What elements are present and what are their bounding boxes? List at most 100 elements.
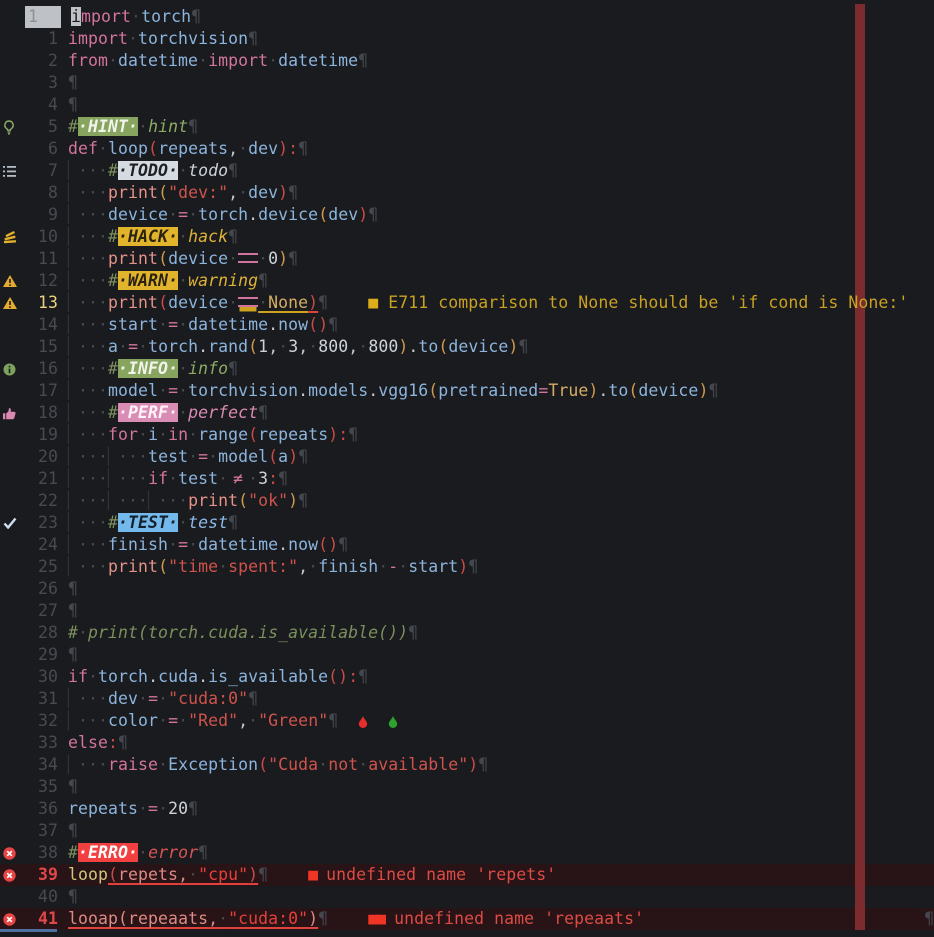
- code-line-27[interactable]: 27¶: [0, 600, 934, 622]
- code-line-39[interactable]: 39loop(repets,·"cpu")¶ ■ undefined name …: [0, 864, 934, 886]
- sign-column: [0, 50, 25, 72]
- code-line-23[interactable]: 23▏···#·TEST··test¶: [0, 512, 934, 534]
- perf-tag: ·PERF·: [118, 403, 178, 422]
- code-line-cursor[interactable]: 1import·torch¶: [0, 6, 934, 28]
- code-text[interactable]: #·HINT··hint¶: [58, 116, 198, 138]
- code-editor[interactable]: 1import·torch¶1import·torchvision¶2from·…: [0, 0, 934, 937]
- sign-column: [0, 688, 25, 710]
- code-line-37[interactable]: 37¶: [0, 820, 934, 842]
- perf-thumbs-up-icon: [0, 402, 25, 424]
- code-line-33[interactable]: 33else:¶: [0, 732, 934, 754]
- code-text[interactable]: ▏···▏···if·test·≠·3:¶: [58, 468, 288, 490]
- code-line-15[interactable]: 15▏···a·=·torch.rand(1,·3,·800,·800).to(…: [0, 336, 934, 358]
- hint-lightbulb-icon: [0, 116, 25, 138]
- code-text[interactable]: ▏···#·HACK··hack¶: [58, 226, 238, 248]
- code-text[interactable]: #·print(torch.cuda.is_available())¶: [58, 622, 418, 644]
- code-line-25[interactable]: 25▏···print("time·spent:",·finish·-·star…: [0, 556, 934, 578]
- error-circle-icon: [0, 908, 25, 930]
- code-text[interactable]: ▏···#·PERF··perfect¶: [58, 402, 268, 424]
- line-number: 3: [25, 72, 58, 94]
- code-text[interactable]: #·ERRO··error¶: [58, 842, 208, 864]
- code-text[interactable]: else:¶: [58, 732, 128, 754]
- code-line-34[interactable]: 34▏···raise·Exception("Cuda·not·availabl…: [0, 754, 934, 776]
- code-line-21[interactable]: 21▏···▏···if·test·≠·3:¶: [0, 468, 934, 490]
- code-line-13[interactable]: 13▏···print(device··None)¶ ■ E711 compar…: [0, 292, 934, 314]
- code-text[interactable]: ¶: [58, 578, 78, 600]
- code-line-41[interactable]: 41looap(repeaats,·"cuda:0")¶ ■■ undefine…: [0, 908, 934, 930]
- code-line-30[interactable]: 30if·torch.cuda.is_available():¶: [0, 666, 934, 688]
- todo-list-icon: [0, 160, 25, 182]
- code-text[interactable]: ▏···#·INFO··info¶: [58, 358, 238, 380]
- code-text[interactable]: ¶: [58, 72, 78, 94]
- sign-column: [0, 798, 25, 820]
- code-text[interactable]: ▏···#·WARN··warning¶: [58, 270, 268, 292]
- code-line-1[interactable]: 1import·torchvision¶: [0, 28, 934, 50]
- code-text[interactable]: import·torchvision¶: [58, 28, 258, 50]
- code-text[interactable]: ▏···for·i·in·range(repeats):¶: [58, 424, 358, 446]
- code-text[interactable]: import·torch¶: [61, 6, 201, 28]
- code-text[interactable]: ▏···device·=·torch.device(dev)¶: [58, 204, 378, 226]
- line-number: 16: [25, 358, 58, 380]
- code-text[interactable]: loop(repets,·"cpu")¶ ■ undefined name 'r…: [58, 864, 556, 886]
- line-number: 1: [25, 6, 61, 28]
- code-line-29[interactable]: 29¶: [0, 644, 934, 666]
- code-text[interactable]: ¶: [58, 820, 78, 842]
- code-text[interactable]: if·torch.cuda.is_available():¶: [58, 666, 368, 688]
- code-text[interactable]: ▏···start·=·datetime.now()¶: [58, 314, 338, 336]
- code-text[interactable]: ▏···raise·Exception("Cuda·not·available"…: [58, 754, 488, 776]
- code-line-18[interactable]: 18▏···#·PERF··perfect¶: [0, 402, 934, 424]
- code-text[interactable]: looap(repeaats,·"cuda:0")¶ ■■ undefined …: [58, 908, 934, 930]
- code-line-36[interactable]: 36repeats·=·20¶: [0, 798, 934, 820]
- code-text[interactable]: ▏···print(device··None)¶ ■ E711 comparis…: [58, 292, 908, 314]
- code-line-6[interactable]: 6def·loop(repeats,·dev):¶: [0, 138, 934, 160]
- code-line-28[interactable]: 28#·print(torch.cuda.is_available())¶: [0, 622, 934, 644]
- code-text[interactable]: ▏···#·TEST··test¶: [58, 512, 238, 534]
- code-line-8[interactable]: 8▏···print("dev:",·dev)¶: [0, 182, 934, 204]
- code-text[interactable]: ▏···print("time·spent:",·finish·-·start)…: [58, 556, 478, 578]
- code-line-14[interactable]: 14▏···start·=·datetime.now()¶: [0, 314, 934, 336]
- code-line-3[interactable]: 3¶: [0, 72, 934, 94]
- line-number: 34: [25, 754, 58, 776]
- code-text[interactable]: ▏···color·=·"Red",·"Green"¶: [58, 710, 398, 732]
- code-text[interactable]: ▏···print("dev:",·dev)¶: [58, 182, 298, 204]
- code-text[interactable]: ▏···a·=·torch.rand(1,·3,·800,·800).to(de…: [58, 336, 528, 358]
- code-text[interactable]: ▏···▏···test·=·model(a)¶: [58, 446, 308, 468]
- code-line-7[interactable]: 7▏···#·TODO··todo¶: [0, 160, 934, 182]
- line-number: 27: [25, 600, 58, 622]
- code-text[interactable]: ▏···dev·=·"cuda:0"¶: [58, 688, 258, 710]
- code-line-12[interactable]: 12▏···#·WARN··warning¶: [0, 270, 934, 292]
- code-text[interactable]: ▏···▏···▏···print("ok")¶: [58, 490, 308, 512]
- code-text[interactable]: repeats·=·20¶: [58, 798, 198, 820]
- code-line-20[interactable]: 20▏···▏···test·=·model(a)¶: [0, 446, 934, 468]
- code-line-38[interactable]: 38#·ERRO··error¶: [0, 842, 934, 864]
- code-text[interactable]: ¶: [58, 600, 78, 622]
- line-number: 26: [25, 578, 58, 600]
- code-line-17[interactable]: 17▏···model·=·torchvision.models.vgg16(p…: [0, 380, 934, 402]
- code-line-10[interactable]: 10▏···#·HACK··hack¶: [0, 226, 934, 248]
- code-line-5[interactable]: 5#·HINT··hint¶: [0, 116, 934, 138]
- code-text[interactable]: def·loop(repeats,·dev):¶: [58, 138, 308, 160]
- code-line-16[interactable]: 16▏···#·INFO··info¶: [0, 358, 934, 380]
- code-text[interactable]: ¶: [58, 776, 78, 798]
- code-line-9[interactable]: 9▏···device·=·torch.device(dev)¶: [0, 204, 934, 226]
- code-text[interactable]: ¶: [58, 94, 78, 116]
- code-line-4[interactable]: 4¶: [0, 94, 934, 116]
- code-text[interactable]: ▏···#·TODO··todo¶: [58, 160, 238, 182]
- code-line-31[interactable]: 31▏···dev·=·"cuda:0"¶: [0, 688, 934, 710]
- code-line-19[interactable]: 19▏···for·i·in·range(repeats):¶: [0, 424, 934, 446]
- code-text[interactable]: from·datetime·import·datetime¶: [58, 50, 368, 72]
- code-line-24[interactable]: 24▏···finish·=·datetime.now()¶: [0, 534, 934, 556]
- code-text[interactable]: ▏···finish·=·datetime.now()¶: [58, 534, 348, 556]
- code-line-35[interactable]: 35¶: [0, 776, 934, 798]
- code-text[interactable]: ¶: [58, 886, 78, 908]
- code-line-40[interactable]: 40¶: [0, 886, 934, 908]
- code-text[interactable]: ▏···model·=·torchvision.models.vgg16(pre…: [58, 380, 718, 402]
- code-line-22[interactable]: 22▏···▏···▏···print("ok")¶: [0, 490, 934, 512]
- code-line-26[interactable]: 26¶: [0, 578, 934, 600]
- code-line-11[interactable]: 11▏···print(device··0)¶: [0, 248, 934, 270]
- code-text[interactable]: ▏···print(device··0)¶: [58, 248, 298, 270]
- code-line-32[interactable]: 32▏···color·=·"Red",·"Green"¶: [0, 710, 934, 732]
- code-text[interactable]: ¶: [58, 644, 78, 666]
- line-number: 30: [25, 666, 58, 688]
- code-line-2[interactable]: 2from·datetime·import·datetime¶: [0, 50, 934, 72]
